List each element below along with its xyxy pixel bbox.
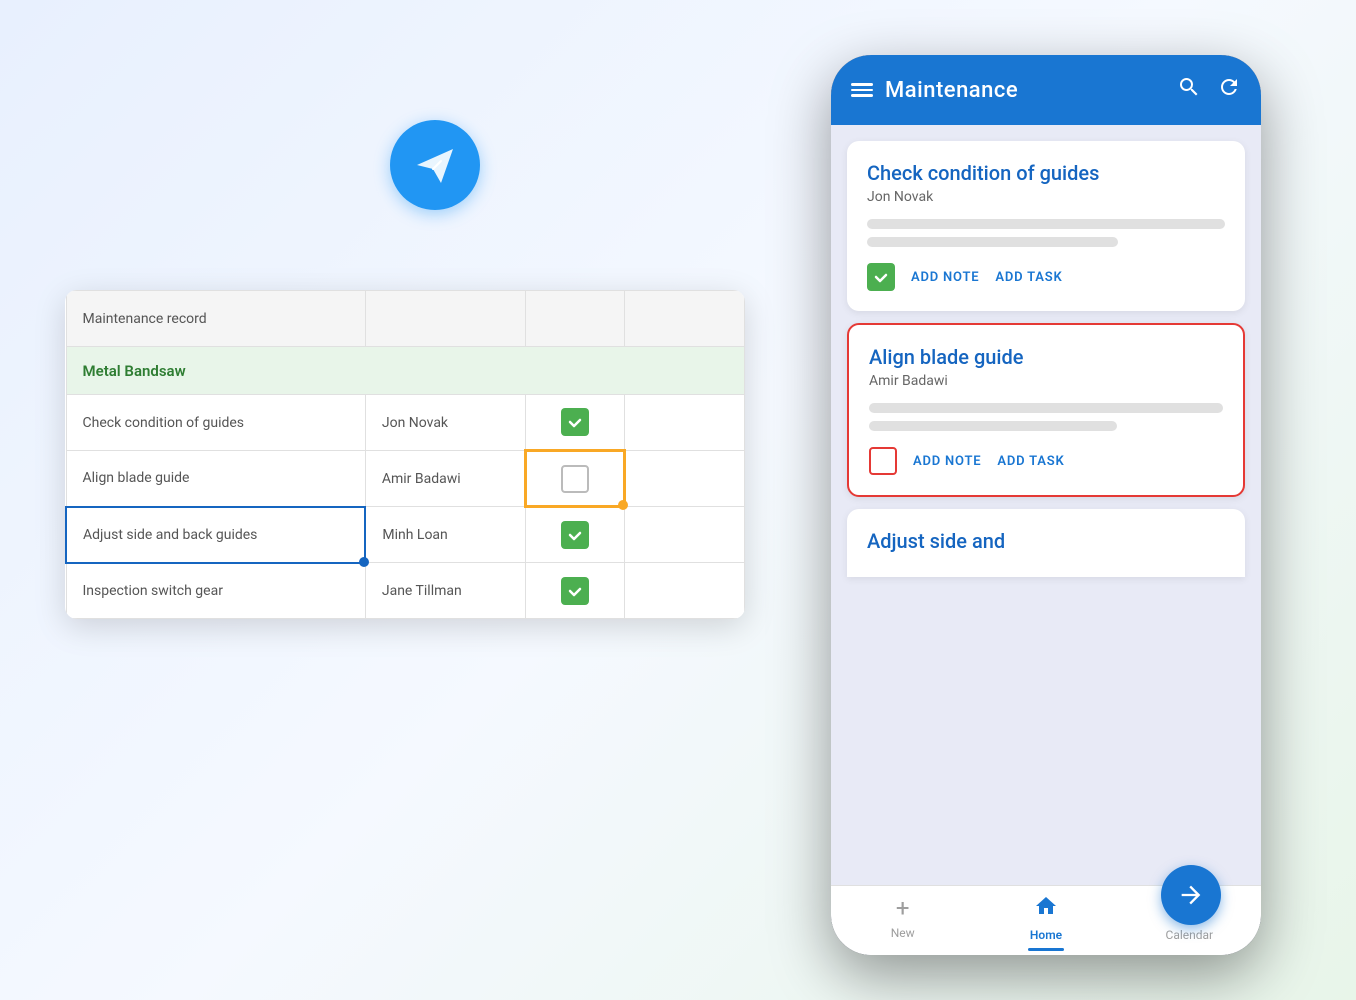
- section-row: Metal Bandsaw: [66, 347, 745, 395]
- table-row: Check condition of guides Jon Novak: [66, 395, 745, 451]
- check-cell-1: [525, 395, 625, 451]
- spreadsheet-panel: Maintenance record Metal Bandsaw Check c…: [65, 290, 745, 619]
- task-cell-4: Inspection switch gear: [66, 563, 365, 619]
- fab-action-button[interactable]: [1161, 865, 1221, 925]
- check-cell-2-highlighted[interactable]: [525, 451, 625, 507]
- check-indicator-1: [526, 395, 625, 449]
- green-checkbox-4: [561, 577, 589, 605]
- person-name-2: Amir Badawi: [366, 451, 524, 506]
- task-card-2-checkbox[interactable]: [869, 447, 897, 475]
- nav-new-label: New: [891, 926, 915, 940]
- task-card-1-title: Check condition of guides: [867, 161, 1225, 185]
- table-row: Inspection switch gear Jane Tillman: [66, 563, 745, 619]
- nav-calendar-label: Calendar: [1166, 928, 1214, 942]
- task-label-2: Align blade guide: [67, 451, 365, 506]
- nav-home-label: Home: [1030, 928, 1062, 942]
- task-cell-1: Check condition of guides: [66, 395, 365, 451]
- task-card-2-actions: ADD NOTE ADD TASK: [869, 447, 1223, 475]
- task-card-1-checkbox[interactable]: [867, 263, 895, 291]
- placeholder-line-1: [867, 219, 1225, 229]
- mobile-phone-frame: Maintenance Check condition of guides Jo…: [831, 55, 1261, 955]
- task-card-2-title: Align blade guide: [869, 345, 1223, 369]
- blue-corner-dot: [359, 557, 369, 567]
- extra-cell-2: [625, 451, 745, 507]
- maintenance-table: Maintenance record Metal Bandsaw Check c…: [65, 290, 745, 619]
- menu-line-1: [851, 83, 873, 86]
- person-cell-1: Jon Novak: [365, 395, 525, 451]
- task-label-3: Adjust side and back guides: [67, 508, 364, 562]
- header-check-cell: [525, 291, 625, 347]
- add-note-button-2[interactable]: ADD NOTE: [913, 454, 981, 469]
- check-cell-3: [525, 507, 625, 563]
- header-name-cell: [365, 291, 525, 347]
- check-indicator-3: [526, 508, 625, 562]
- task-cell-3-highlighted[interactable]: Adjust side and back guides: [66, 507, 365, 563]
- task-card-3-partial[interactable]: Adjust side and: [847, 509, 1245, 577]
- task-label-4: Inspection switch gear: [67, 564, 365, 619]
- extra-cell-1: [625, 395, 745, 451]
- header-extra-cell: [625, 291, 745, 347]
- header-task-label: Maintenance record: [67, 291, 365, 346]
- person-cell-3: Minh Loan: [365, 507, 525, 563]
- phone-screen: Maintenance Check condition of guides Jo…: [831, 55, 1261, 955]
- green-checkbox-3: [561, 521, 589, 549]
- paper-plane-logo: [390, 120, 480, 210]
- task-label-1: Check condition of guides: [67, 395, 365, 450]
- add-task-button-1[interactable]: ADD TASK: [995, 270, 1062, 285]
- extra-cell-4: [625, 563, 745, 619]
- task-card-2-lines: [869, 403, 1223, 431]
- header-task-cell: Maintenance record: [66, 291, 365, 347]
- search-icon[interactable]: [1177, 75, 1201, 105]
- section-label: Metal Bandsaw: [83, 362, 186, 380]
- task-card-2[interactable]: Align blade guide Amir Badawi ADD NOTE A…: [847, 323, 1245, 497]
- empty-checkbox-2[interactable]: [561, 465, 589, 493]
- check-indicator-2: [527, 452, 624, 505]
- nav-home-icon: [1034, 894, 1058, 924]
- add-task-button-2[interactable]: ADD TASK: [997, 454, 1064, 469]
- task-card-1-person: Jon Novak: [867, 189, 1225, 205]
- nav-item-new[interactable]: + New: [831, 894, 974, 951]
- app-title: Maintenance: [885, 78, 1165, 103]
- task-card-1[interactable]: Check condition of guides Jon Novak ADD …: [847, 141, 1245, 311]
- menu-line-3: [851, 94, 873, 97]
- extra-cell-3: [625, 507, 745, 563]
- task-card-2-person: Amir Badawi: [869, 373, 1223, 389]
- add-note-button-1[interactable]: ADD NOTE: [911, 270, 979, 285]
- nav-item-home[interactable]: Home: [974, 894, 1117, 951]
- placeholder-line-3: [869, 403, 1223, 413]
- app-content: Check condition of guides Jon Novak ADD …: [831, 125, 1261, 885]
- placeholder-line-2: [867, 237, 1118, 247]
- header-action-icons: [1177, 75, 1241, 105]
- table-row: Adjust side and back guides Minh Loan: [66, 507, 745, 563]
- person-name-3: Minh Loan: [366, 507, 524, 562]
- menu-icon[interactable]: [851, 83, 873, 97]
- table-row: Align blade guide Amir Badawi: [66, 451, 745, 507]
- check-indicator-4: [526, 563, 625, 618]
- green-checkbox-1: [561, 408, 589, 436]
- check-cell-4: [525, 563, 625, 619]
- menu-line-2: [851, 89, 873, 92]
- table-header-row: Maintenance record: [66, 291, 745, 347]
- app-header: Maintenance: [831, 55, 1261, 125]
- task-card-1-actions: ADD NOTE ADD TASK: [867, 263, 1225, 291]
- refresh-icon[interactable]: [1217, 75, 1241, 105]
- person-cell-4: Jane Tillman: [365, 563, 525, 619]
- section-label-cell: Metal Bandsaw: [66, 347, 745, 395]
- person-name-1: Jon Novak: [366, 395, 525, 450]
- placeholder-line-4: [869, 421, 1117, 431]
- nav-new-icon: +: [896, 894, 910, 922]
- nav-home-indicator: [1028, 948, 1064, 951]
- task-card-1-lines: [867, 219, 1225, 247]
- person-name-4: Jane Tillman: [366, 563, 525, 618]
- task-card-3-title: Adjust side and: [867, 529, 1225, 553]
- task-cell-2: Align blade guide: [66, 451, 365, 507]
- person-cell-2: Amir Badawi: [365, 451, 525, 507]
